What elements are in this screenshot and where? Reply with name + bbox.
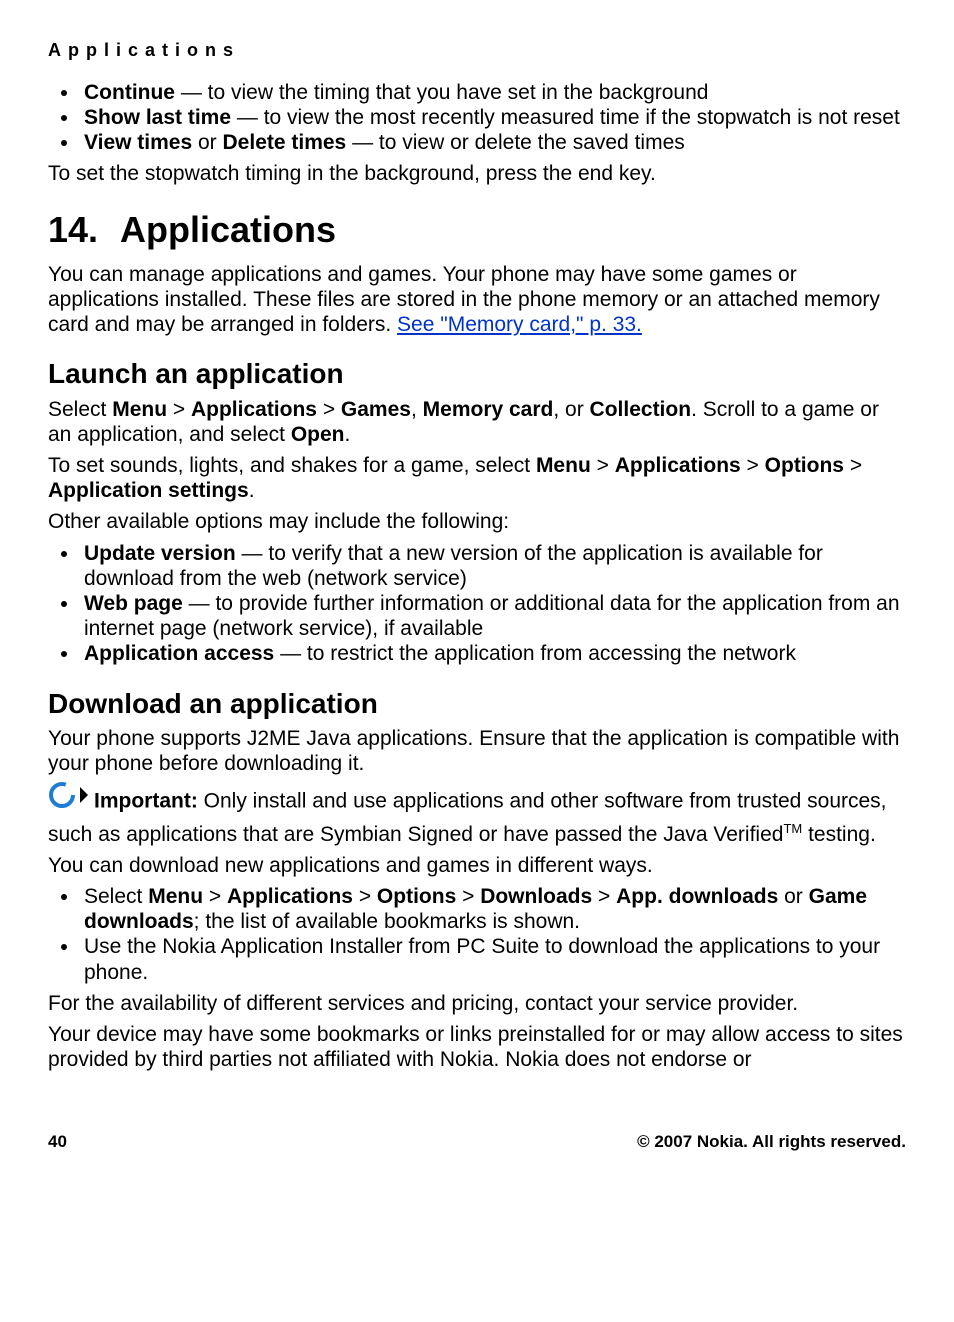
launch-options-list: Update version — to verify that a new ve…: [48, 541, 906, 667]
body-text: For the availability of different servic…: [48, 991, 906, 1016]
section-number: 14.: [48, 208, 120, 251]
list-item: Web page — to provide further informatio…: [80, 591, 906, 641]
option-name: Web page: [84, 592, 183, 615]
body-text: Your phone supports J2ME Java applicatio…: [48, 726, 906, 776]
page-number: 40: [48, 1132, 67, 1152]
page-footer: 40 © 2007 Nokia. All rights reserved.: [48, 1132, 906, 1152]
copyright-text: © 2007 Nokia. All rights reserved.: [637, 1132, 906, 1152]
list-item: Update version — to verify that a new ve…: [80, 541, 906, 591]
option-desc: — to view the most recently measured tim…: [231, 106, 900, 129]
download-methods-list: Select Menu > Applications > Options > D…: [48, 884, 906, 985]
menu-path-item: Memory card: [423, 398, 554, 421]
trademark-symbol: TM: [783, 821, 802, 836]
body-text: Your device may have some bookmarks or l…: [48, 1022, 906, 1072]
list-item: Show last time — to view the most recent…: [80, 105, 906, 130]
option-desc: — to view or delete the saved times: [346, 131, 685, 154]
important-note: Important: Only install and use applicat…: [48, 783, 906, 847]
list-item: Application access — to restrict the app…: [80, 641, 906, 666]
option-name: Application access: [84, 642, 274, 665]
important-label: Important:: [94, 789, 198, 812]
list-item: View times or Delete times — to view or …: [80, 130, 906, 155]
menu-path-item: Downloads: [480, 885, 592, 908]
menu-path-item: Menu: [536, 454, 591, 477]
section-heading: 14.Applications: [48, 208, 906, 251]
menu-path-item: Options: [765, 454, 844, 477]
option-name: Delete times: [223, 131, 347, 154]
option-desc: — to view the timing that you have set i…: [175, 81, 708, 104]
menu-path-item: Collection: [590, 398, 692, 421]
body-text: You can manage applications and games. Y…: [48, 262, 906, 338]
option-desc: — to provide further information or addi…: [84, 592, 900, 640]
menu-path-item: Applications: [615, 454, 741, 477]
option-desc: — to restrict the application from acces…: [274, 642, 796, 665]
subsection-heading: Launch an application: [48, 357, 906, 391]
important-icon: [48, 781, 92, 819]
menu-path-item: Menu: [148, 885, 203, 908]
menu-path-item: Applications: [191, 398, 317, 421]
body-text: To set sounds, lights, and shakes for a …: [48, 453, 906, 503]
menu-path-item: Applications: [227, 885, 353, 908]
body-text: You can download new applications and ga…: [48, 853, 906, 878]
menu-path-item: Options: [377, 885, 456, 908]
list-item: Continue — to view the timing that you h…: [80, 80, 906, 105]
menu-path-item: Games: [341, 398, 411, 421]
menu-path-item: App. downloads: [616, 885, 778, 908]
list-item: Select Menu > Applications > Options > D…: [80, 884, 906, 934]
menu-path-item: Open: [291, 423, 345, 446]
body-text: Other available options may include the …: [48, 509, 906, 534]
list-item: Use the Nokia Application Installer from…: [80, 934, 906, 984]
subsection-heading: Download an application: [48, 687, 906, 721]
body-text: To set the stopwatch timing in the backg…: [48, 161, 906, 186]
menu-path-item: Menu: [112, 398, 167, 421]
cross-reference-link[interactable]: See "Memory card," p. 33.: [397, 313, 642, 336]
menu-path-item: Application settings: [48, 479, 249, 502]
page-header: Applications: [48, 40, 906, 62]
option-name: Continue: [84, 81, 175, 104]
stopwatch-options-list: Continue — to view the timing that you h…: [48, 80, 906, 156]
body-text: Select Menu > Applications > Games, Memo…: [48, 397, 906, 447]
option-name: View times: [84, 131, 192, 154]
section-title: Applications: [120, 209, 336, 250]
option-name: Update version: [84, 542, 236, 565]
option-name: Show last time: [84, 106, 231, 129]
